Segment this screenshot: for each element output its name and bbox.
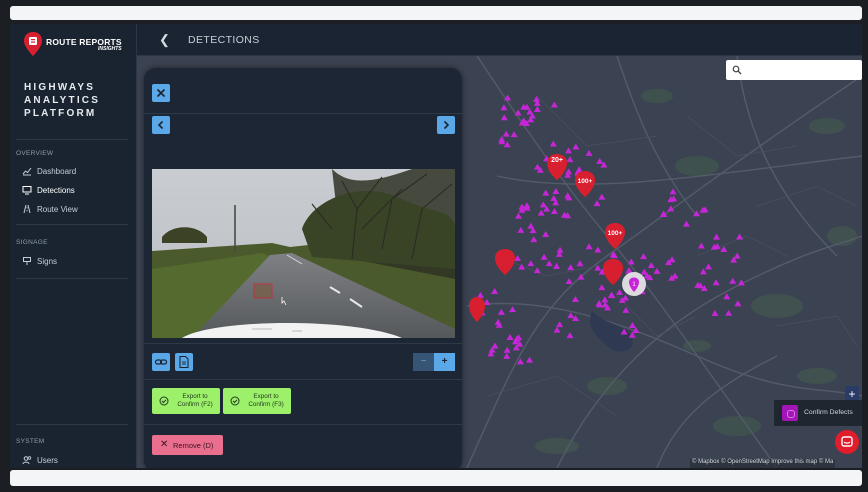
platform-title-line-3: PLATFORM — [24, 108, 97, 119]
link-button[interactable] — [152, 353, 170, 371]
page-title: DETECTIONS — [188, 34, 260, 46]
platform-title-line-2: ANALYTICS — [24, 95, 101, 106]
confirm-defects-legend[interactable]: Confirm Defects — [774, 400, 862, 426]
app-window: ROUTE REPORTS INSIGHTS HIGHWAYS ANALYTIC… — [10, 24, 862, 468]
close-panel-button[interactable] — [152, 84, 170, 102]
image-zoom-out-button[interactable]: − — [413, 353, 434, 371]
selected-marker[interactable]: 1 — [622, 272, 646, 296]
panel-divider — [144, 113, 462, 114]
image-zoom-in-button[interactable]: + — [434, 353, 455, 371]
location-pin-icon — [24, 32, 42, 56]
detection-detail-panel: − + Export to Confirm (F2) Export to Con… — [144, 68, 462, 468]
users-icon — [22, 456, 32, 465]
export-f3-line-2: Confirm (F3) — [248, 401, 284, 408]
check-circle-icon — [159, 396, 169, 406]
section-overview-label: OVERVIEW — [16, 150, 54, 157]
sidebar-divider — [16, 278, 128, 279]
platform-title-line-1: HIGHWAYS — [24, 82, 96, 93]
sidebar-item-label: Signs — [37, 256, 58, 266]
sidebar-item-detections[interactable]: Detections — [22, 183, 75, 197]
page-header: ❮ DETECTIONS — [137, 24, 862, 56]
export-f2-label: Export to Confirm (F2) — [172, 393, 218, 409]
confirm-defects-label: Confirm Defects — [804, 409, 853, 416]
export-f3-label: Export to Confirm (F3) — [243, 393, 289, 409]
detection-photo[interactable] — [152, 169, 455, 338]
back-chevron-icon[interactable]: ❮ — [159, 32, 170, 48]
cluster-label: 100+ — [578, 178, 593, 185]
remove-detection-button[interactable]: ✕ Remove (D) — [152, 435, 223, 455]
browser-top-bar — [10, 6, 862, 20]
panel-divider — [144, 343, 462, 344]
check-circle-icon — [230, 396, 240, 406]
browser-bottom-bar — [10, 470, 862, 486]
cluster-label: 100+ — [608, 230, 623, 237]
export-to-confirm-f2-button[interactable]: Export to Confirm (F2) — [152, 388, 220, 414]
chart-icon — [22, 167, 32, 176]
sidebar-item-users[interactable]: Users — [22, 453, 58, 467]
close-icon — [156, 88, 166, 98]
map-attribution[interactable]: © Mapbox © OpenStreetMap Improve this ma… — [690, 459, 836, 468]
link-icon — [154, 359, 168, 365]
remove-label: Remove (D) — [173, 441, 214, 450]
confirm-defects-swatch — [782, 405, 798, 421]
document-button[interactable] — [175, 353, 193, 371]
defect-bounding-box[interactable] — [253, 283, 273, 299]
sidebar-item-label: Detections — [37, 185, 75, 195]
panel-divider — [144, 424, 462, 425]
export-to-confirm-f3-button[interactable]: Export to Confirm (F3) — [223, 388, 291, 414]
sidebar-item-label: Users — [37, 455, 58, 465]
close-icon: ✕ — [160, 439, 169, 450]
section-signage-label: SIGNAGE — [16, 239, 48, 246]
section-system-label: SYSTEM — [16, 438, 45, 445]
export-f3-line-1: Export to — [253, 393, 279, 400]
sign-icon — [23, 257, 31, 265]
document-icon — [179, 355, 189, 369]
brand-tagline: INSIGHTS — [98, 46, 122, 52]
sidebar: ROUTE REPORTS INSIGHTS HIGHWAYS ANALYTIC… — [10, 24, 137, 468]
cluster-label: 20+ — [551, 157, 563, 164]
chat-launcher-button[interactable] — [835, 430, 859, 454]
sidebar-item-signs[interactable]: Signs — [22, 254, 57, 268]
chevron-left-icon — [157, 120, 164, 130]
brand-logo[interactable]: ROUTE REPORTS INSIGHTS — [24, 32, 134, 58]
monitor-icon — [22, 186, 32, 195]
sidebar-item-route-view[interactable]: Route View — [22, 202, 78, 216]
previous-detection-button[interactable] — [152, 116, 170, 134]
next-detection-button[interactable] — [437, 116, 455, 134]
route-icon — [23, 204, 31, 214]
export-f2-line-2: Confirm (F2) — [177, 401, 213, 408]
image-zoom-controls: − + — [413, 353, 455, 371]
chat-icon — [841, 436, 853, 447]
platform-title: HIGHWAYS ANALYTICS PLATFORM — [24, 81, 100, 120]
search-icon — [732, 65, 742, 75]
sidebar-divider — [16, 424, 128, 425]
panel-divider — [144, 379, 462, 380]
sidebar-item-dashboard[interactable]: Dashboard — [22, 164, 76, 178]
map-search-box[interactable] — [726, 60, 862, 80]
sidebar-item-label: Route View — [37, 204, 78, 214]
sidebar-item-label: Dashboard — [37, 166, 77, 176]
chevron-right-icon — [443, 120, 450, 130]
export-f2-line-1: Export to — [182, 393, 208, 400]
map-search-input[interactable] — [746, 62, 860, 79]
sidebar-divider — [16, 139, 128, 140]
sidebar-divider — [16, 224, 128, 225]
